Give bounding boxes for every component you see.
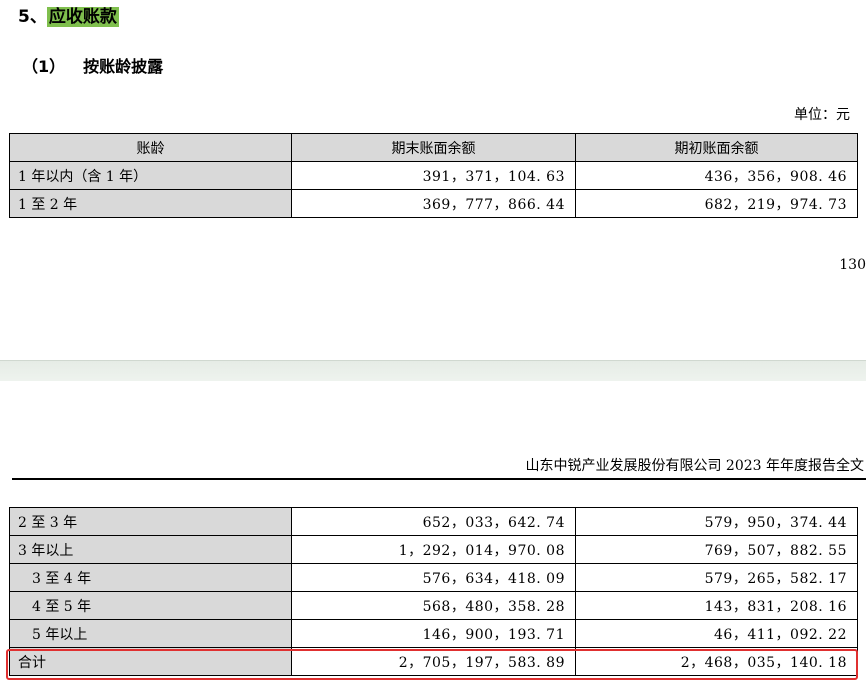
row-label: 3 至 4 年	[9, 563, 292, 592]
report-header: 山东中锐产业发展股份有限公司 2023 年年度报告全文	[525, 458, 864, 474]
subsection-text: 按账龄披露	[83, 57, 164, 76]
total-label: 合计	[9, 647, 292, 676]
unit-label: 单位：元	[794, 107, 850, 123]
row-label: 3 年以上	[9, 535, 292, 564]
subsection-number: （1）	[22, 57, 66, 76]
beginning-balance-cell: 143，831，208. 16	[575, 591, 858, 620]
table-row: 3 年以上 1，292，014，970. 08 769，507，882. 55	[9, 535, 858, 564]
table-header-row: 账龄 期末账面余额 期初账面余额	[9, 133, 858, 162]
header-rule	[12, 478, 866, 480]
beginning-balance-cell: 46，411，092. 22	[575, 619, 858, 648]
header-ending-balance: 期末账面余额	[291, 133, 576, 162]
table-total-row: 合计 2，705，197，583. 89 2，468，035，140. 18	[9, 647, 858, 676]
beginning-balance-cell: 769，507，882. 55	[575, 535, 858, 564]
table-row: 2 至 3 年 652，033，642. 74 579，950，374. 44	[9, 507, 858, 536]
table-row: 5 年以上 146，900，193. 71 46，411，092. 22	[9, 619, 858, 648]
section-number: 5、	[18, 7, 47, 27]
section-title-highlighted: 应收账款	[46, 7, 119, 27]
ending-balance-cell: 568，480，358. 28	[291, 591, 576, 620]
section-title: 5、 应收账款	[18, 2, 119, 27]
table-row: 3 至 4 年 576，634，418. 09 579，265，582. 17	[9, 563, 858, 592]
header-aging: 账龄	[9, 133, 292, 162]
row-label: 4 至 5 年	[9, 591, 292, 620]
ending-balance-cell: 652，033，642. 74	[291, 507, 576, 536]
row-label: 1 年以内（含 1 年）	[9, 161, 292, 190]
page-break	[0, 360, 866, 381]
table-row: 1 至 2 年 369，777，866. 44 682，219，974. 73	[9, 189, 858, 218]
row-label: 2 至 3 年	[9, 507, 292, 536]
beginning-balance-cell: 579，265，582. 17	[575, 563, 858, 592]
row-label: 5 年以上	[9, 619, 292, 648]
aging-table-part1: 账龄 期末账面余额 期初账面余额 1 年以内（含 1 年） 391，371，10…	[9, 133, 858, 218]
table-row: 4 至 5 年 568，480，358. 28 143，831，208. 16	[9, 591, 858, 620]
ending-balance-cell: 369，777，866. 44	[291, 189, 576, 218]
beginning-balance-cell: 436，356，908. 46	[575, 161, 858, 190]
page-number: 130	[839, 257, 866, 273]
row-label: 1 至 2 年	[9, 189, 292, 218]
ending-balance-cell: 146，900，193. 71	[291, 619, 576, 648]
ending-balance-cell: 576，634，418. 09	[291, 563, 576, 592]
beginning-balance-cell: 682，219，974. 73	[575, 189, 858, 218]
total-beginning-balance: 2，468，035，140. 18	[575, 647, 858, 676]
header-beginning-balance: 期初账面余额	[575, 133, 858, 162]
ending-balance-cell: 391，371，104. 63	[291, 161, 576, 190]
aging-table-part2: 2 至 3 年 652，033，642. 74 579，950，374. 44 …	[9, 507, 858, 676]
table-row: 1 年以内（含 1 年） 391，371，104. 63 436，356，908…	[9, 161, 858, 190]
beginning-balance-cell: 579，950，374. 44	[575, 507, 858, 536]
total-ending-balance: 2，705，197，583. 89	[291, 647, 576, 676]
ending-balance-cell: 1，292，014，970. 08	[291, 535, 576, 564]
subsection-title: （1） 按账龄披露	[22, 53, 163, 77]
